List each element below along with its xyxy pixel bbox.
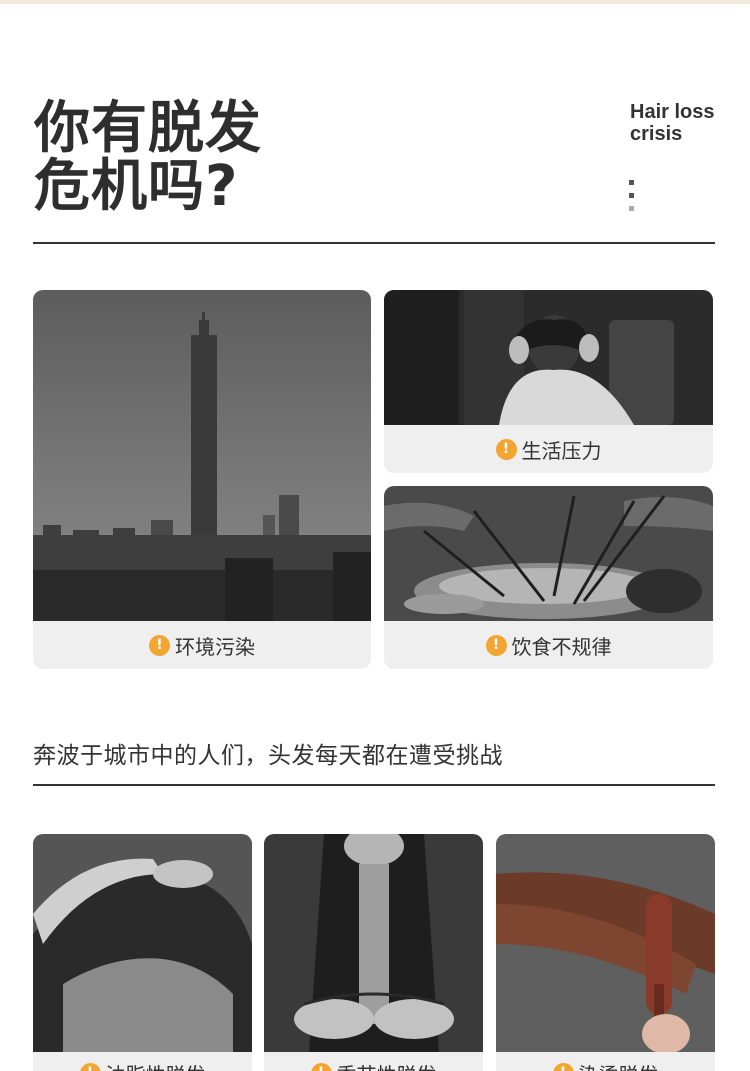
warning-icon: ! — [495, 438, 517, 460]
english-label-line-1: Hair loss — [630, 101, 715, 123]
caption-seasonal: ! 季节性脱发 — [264, 1052, 483, 1071]
warning-icon: ! — [310, 1062, 332, 1071]
caption-text: 环境污染 — [175, 634, 255, 659]
pollution-city-image — [33, 290, 371, 621]
card-diet: ! 饮食不规律 — [384, 486, 713, 669]
oily-scalp-image — [33, 834, 252, 1052]
caption-stress: ! 生活压力 — [384, 425, 713, 473]
title-line-1: 你有脱发 — [34, 96, 262, 161]
card-pollution: ! 环境污染 — [33, 290, 371, 669]
english-label: Hair loss crisis — [630, 101, 740, 145]
hotpot-dining-image — [384, 486, 713, 621]
caption-pollution: ! 环境污染 — [33, 621, 371, 669]
page-title: 你有脱发 危机吗? — [34, 100, 454, 216]
section-subtitle: 奔波于城市中的人们，头发每天都在遭受挑战 — [33, 743, 503, 769]
caption-text: 季节性脱发 — [337, 1059, 437, 1071]
seasonal-hair-loss-image — [264, 834, 483, 1052]
vertical-dots-icon — [629, 180, 635, 216]
divider-bottom — [33, 784, 715, 786]
caption-diet: ! 饮食不规律 — [384, 621, 713, 669]
caption-text: 油脂性脱发 — [106, 1059, 206, 1071]
warning-icon: ! — [79, 1062, 101, 1071]
title-line-2: 危机吗? — [34, 154, 239, 219]
card-oily-hair-loss: ! 油脂性脱发 — [33, 834, 252, 1071]
caption-dye-perm: ! 染烫脱发 — [496, 1052, 715, 1071]
caption-text: 饮食不规律 — [511, 634, 612, 659]
warning-icon: ! — [149, 634, 170, 656]
warning-icon: ! — [485, 634, 507, 656]
warning-icon: ! — [552, 1062, 574, 1071]
dyed-hair-brush-image — [496, 834, 715, 1052]
stressed-person-image — [384, 290, 713, 425]
divider-top — [33, 242, 715, 244]
english-label-line-2: crisis — [630, 123, 683, 145]
caption-oily: ! 油脂性脱发 — [33, 1052, 252, 1071]
top-strip — [0, 0, 750, 4]
caption-text: 生活压力 — [521, 438, 602, 463]
card-stress: ! 生活压力 — [384, 290, 713, 473]
card-dye-perm-hair-loss: ! 染烫脱发 — [496, 834, 715, 1071]
caption-text: 染烫脱发 — [579, 1059, 659, 1071]
card-seasonal-hair-loss: ! 季节性脱发 — [264, 834, 483, 1071]
